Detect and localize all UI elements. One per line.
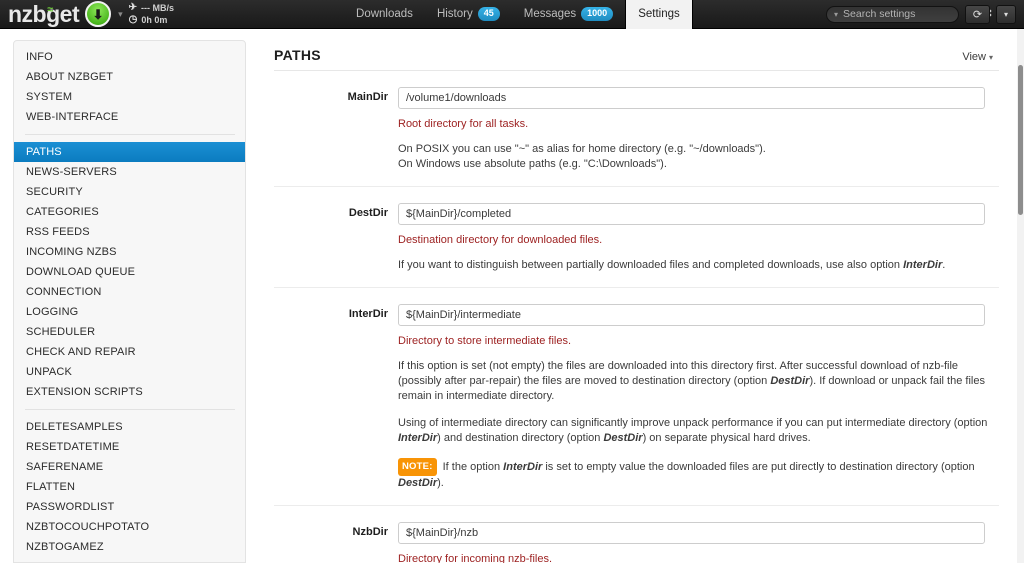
sidebar-separator: [25, 409, 235, 410]
sidebar-item-system[interactable]: SYSTEM: [14, 87, 245, 107]
option-input-maindir[interactable]: [398, 87, 985, 109]
status-caret-icon[interactable]: ▾: [118, 9, 123, 20]
sidebar-item-incoming-nzbs[interactable]: INCOMING NZBS: [14, 242, 245, 262]
plane-icon: ✈: [128, 2, 138, 13]
option-input-interdir[interactable]: [398, 304, 985, 326]
sidebar-item-saferename[interactable]: SAFERENAME: [14, 457, 245, 477]
view-menu-button[interactable]: View ▾: [962, 51, 993, 63]
option-body: Directory to store intermediate files. If…: [398, 304, 999, 491]
search-box[interactable]: ▾ ✖: [826, 5, 992, 23]
sidebar-item-logging[interactable]: LOGGING: [14, 302, 245, 322]
sidebar-list: INFO ABOUT NZBGET SYSTEM WEB-INTERFACE PATHS…: [13, 40, 246, 563]
tab-history[interactable]: History 45: [425, 0, 512, 29]
top-navbar: nzbget ≈ ⬇ ▾ ✈ --- MB/s ◷ 0h 0m Download…: [0, 0, 1024, 29]
option-label: MainDir: [347, 91, 388, 103]
page-scrollbar-track[interactable]: [1017, 29, 1024, 563]
sidebar-item-nzbtoheadphones[interactable]: NZBTOHEADPHONES: [14, 557, 245, 562]
page-title: PATHS: [274, 47, 321, 63]
option-description: Root directory for all tasks.: [398, 118, 529, 130]
page-scrollbar-thumb[interactable]: [1018, 65, 1023, 215]
option-row-maindir: MainDir Root directory for all tasks. On P…: [274, 71, 999, 187]
option-label: InterDir: [348, 308, 388, 320]
main-content: PATHS View ▾ MainDir Root directory for a…: [260, 29, 1017, 563]
option-description: Destination directory for downloaded fil…: [398, 234, 603, 246]
sidebar-item-flatten[interactable]: FLATTEN: [14, 477, 245, 497]
sidebar-item-resetdatetime[interactable]: RESETDATETIME: [14, 437, 245, 457]
sidebar-item-about-nzbget[interactable]: ABOUT NZBGET: [14, 67, 245, 87]
option-row-nzbdir: NzbDir Directory for incoming nzb-files.I…: [274, 506, 999, 563]
options-container: MainDir Root directory for all tasks. On P…: [274, 71, 999, 563]
sidebar-item-extension-scripts[interactable]: EXTENSION SCRIPTS: [14, 382, 245, 402]
app-logo[interactable]: nzbget ≈: [8, 0, 80, 27]
sidebar-item-deletesamples[interactable]: DELETESAMPLES: [14, 417, 245, 437]
messages-count-badge: 1000: [581, 7, 614, 21]
tab-history-label: History: [436, 8, 473, 20]
logo-swoosh-icon: ≈: [47, 3, 53, 16]
option-description: Directory to store intermediate files.: [398, 335, 572, 347]
sidebar-item-security[interactable]: SECURITY: [14, 182, 245, 202]
option-help-text: If this option is set (not empty) the fi…: [398, 360, 985, 402]
sidebar-item-passwordlist[interactable]: PASSWORDLIST: [14, 497, 245, 517]
sidebar-item-paths[interactable]: PATHS: [14, 142, 245, 162]
time-status: ◷ 0h 0m: [129, 14, 174, 26]
option-input-destdir[interactable]: [398, 203, 985, 225]
sidebar-item-check-and-repair[interactable]: CHECK AND REPAIR: [14, 342, 245, 362]
page-header: PATHS View ▾: [274, 29, 999, 71]
chevron-down-icon: ▾: [1003, 9, 1008, 19]
option-help-text: Using of intermediate directory can sign…: [398, 417, 988, 444]
search-caret-icon[interactable]: ▾: [834, 10, 838, 19]
sidebar-item-info[interactable]: INFO: [14, 47, 245, 67]
tab-downloads-label: Downloads: [356, 8, 413, 20]
sidebar: INFO ABOUT NZBGET SYSTEM WEB-INTERFACE PATHS…: [0, 29, 260, 563]
sidebar-item-nzbtogamez[interactable]: NZBTOGAMEZ: [14, 537, 245, 557]
clock-icon: ◷: [128, 14, 138, 25]
history-count-badge: 45: [477, 7, 500, 21]
sidebar-item-connection[interactable]: CONNECTION: [14, 282, 245, 302]
option-row-interdir: InterDir Directory to store intermediate …: [274, 288, 999, 506]
sidebar-separator: [25, 134, 235, 135]
sidebar-item-web-interface[interactable]: WEB-INTERFACE: [14, 107, 245, 127]
status-block: ✈ --- MB/s ◷ 0h 0m: [129, 2, 174, 26]
option-help-text: On POSIX you can use "~" as alias for ho…: [398, 143, 766, 170]
option-body: Root directory for all tasks. On POSIX yo…: [398, 87, 999, 172]
view-menu-label: View: [962, 51, 986, 63]
option-description: Directory for incoming nzb-files.: [398, 553, 553, 563]
refresh-button[interactable]: ⟳: [965, 4, 990, 24]
option-label: DestDir: [348, 207, 388, 219]
tab-settings-label: Settings: [638, 8, 680, 20]
brand-area: nzbget ≈ ⬇ ▾ ✈ --- MB/s ◷ 0h 0m: [0, 1, 174, 27]
app-logo-text: nzbget: [8, 0, 80, 27]
sidebar-item-download-queue[interactable]: DOWNLOAD QUEUE: [14, 262, 245, 282]
tab-messages-label: Messages: [523, 8, 577, 20]
speed-status: ✈ --- MB/s: [129, 2, 174, 14]
sidebar-item-unpack[interactable]: UNPACK: [14, 362, 245, 382]
option-help-text: If you want to distinguish between parti…: [398, 259, 946, 271]
option-label: NzbDir: [352, 526, 388, 538]
sidebar-item-scheduler[interactable]: SCHEDULER: [14, 322, 245, 342]
sidebar-item-news-servers[interactable]: NEWS-SERVERS: [14, 162, 245, 182]
option-help-text: NOTE: If the option InterDir is set to e…: [398, 458, 999, 491]
tab-settings[interactable]: Settings: [625, 0, 693, 29]
chevron-down-icon: ▾: [988, 52, 993, 62]
download-status-button[interactable]: ⬇: [85, 1, 112, 27]
navbar-dropdown-button[interactable]: ▾: [996, 4, 1016, 24]
search-input[interactable]: [843, 8, 979, 20]
option-body: Destination directory for downloaded fil…: [398, 203, 999, 273]
speed-text: --- MB/s: [141, 3, 175, 13]
sidebar-item-rss-feeds[interactable]: RSS FEEDS: [14, 222, 245, 242]
sidebar-item-categories[interactable]: CATEGORIES: [14, 202, 245, 222]
option-row-destdir: DestDir Destination directory for downloa…: [274, 187, 999, 288]
tab-messages[interactable]: Messages 1000: [512, 0, 625, 29]
tab-downloads[interactable]: Downloads: [344, 0, 425, 29]
download-arrow-icon: ⬇: [92, 6, 104, 22]
sidebar-item-nzbtocouchpotato[interactable]: NZBTOCOUCHPOTATO: [14, 517, 245, 537]
time-text: 0h 0m: [141, 15, 168, 25]
option-body: Directory for incoming nzb-files.If a ne…: [398, 522, 999, 563]
option-input-nzbdir[interactable]: [398, 522, 985, 544]
main-tabs: Downloads History 45 Messages 1000 Setti…: [344, 0, 693, 29]
refresh-icon: ⟳: [972, 8, 983, 21]
navbar-right-controls: ▾ ✖ ⟳ ▾: [826, 4, 1024, 24]
